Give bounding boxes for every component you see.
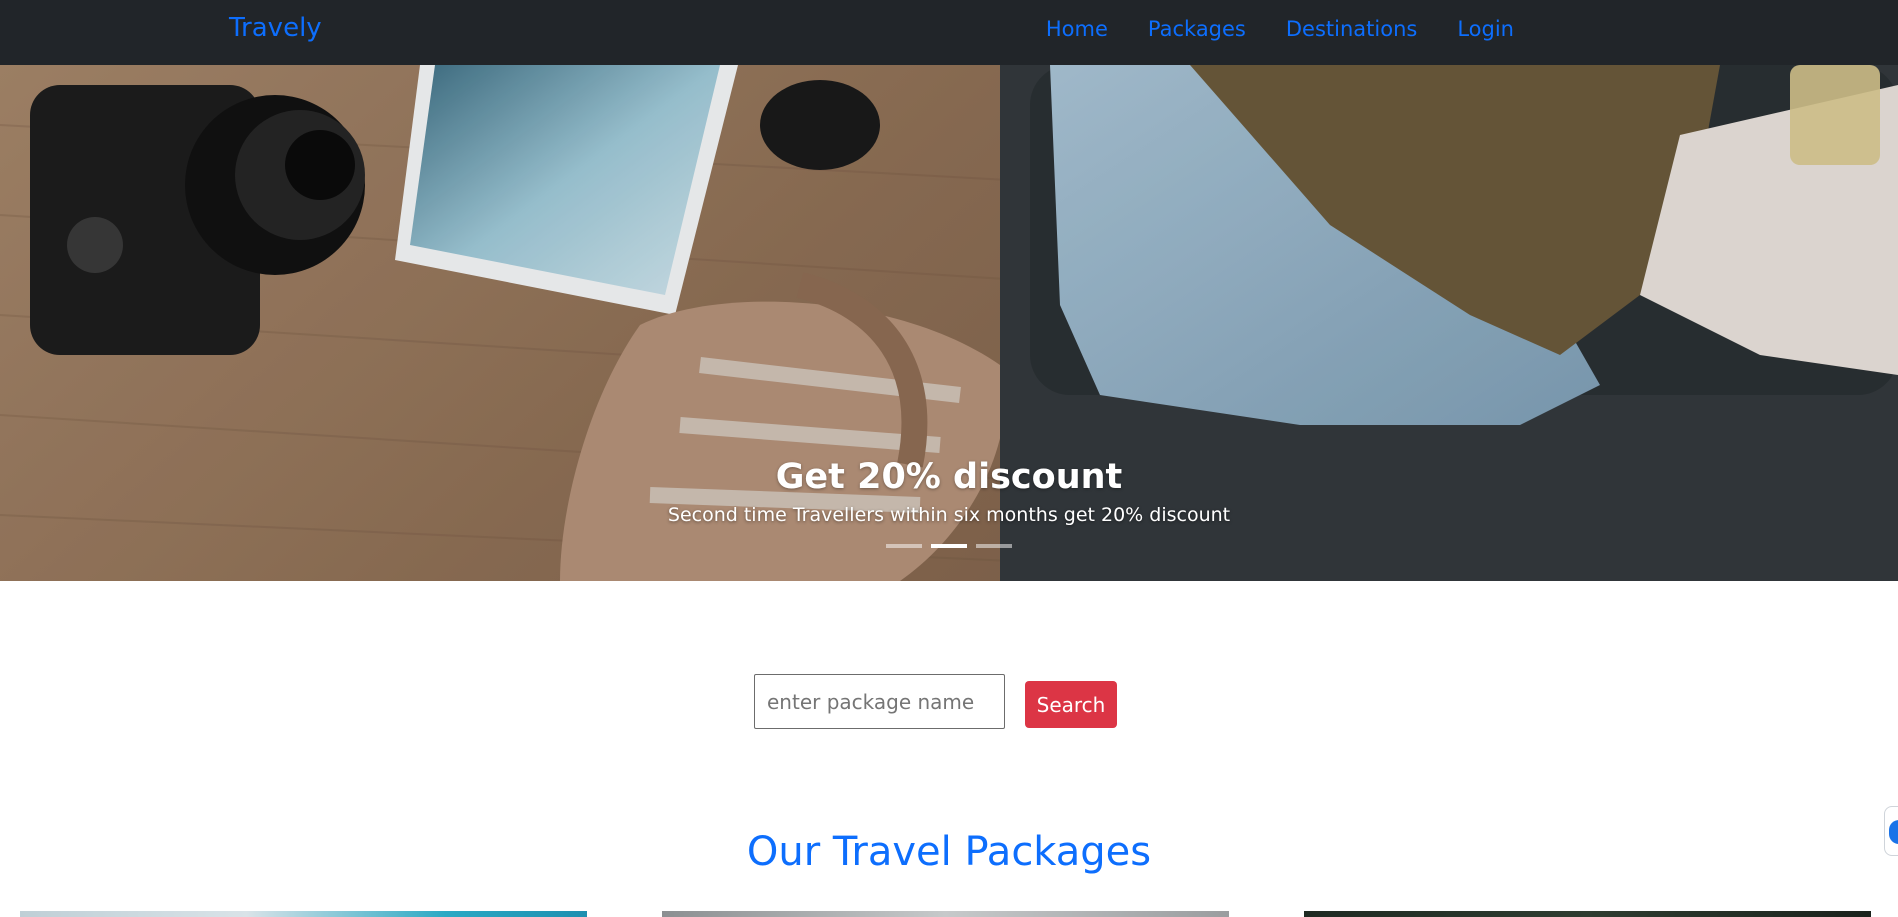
- carousel-indicator-1[interactable]: [886, 544, 922, 548]
- package-card-image[interactable]: [662, 911, 1229, 917]
- nav-link-destinations[interactable]: Destinations: [1286, 17, 1417, 41]
- carousel-indicator-2[interactable]: [931, 544, 967, 548]
- brand-logo-link[interactable]: Travely: [229, 13, 322, 43]
- nav-link-packages[interactable]: Packages: [1148, 17, 1246, 41]
- search-button[interactable]: Search: [1025, 681, 1117, 728]
- nav-links: Home Packages Destinations Login: [1046, 17, 1514, 41]
- carousel-caption-text: Second time Travellers within six months…: [667, 504, 1231, 526]
- carousel-indicator-3[interactable]: [976, 544, 1012, 548]
- section-title: Our Travel Packages: [746, 829, 1152, 875]
- navbar: Travely Home Packages Destinations Login: [0, 0, 1898, 65]
- nav-link-home[interactable]: Home: [1046, 17, 1108, 41]
- hero-carousel[interactable]: Get 20% discount Second time Travellers …: [0, 65, 1898, 581]
- chat-widget-icon-glyph: [1889, 820, 1898, 844]
- carousel-caption-title: Get 20% discount: [775, 457, 1123, 498]
- chat-widget-icon[interactable]: [1884, 806, 1898, 856]
- carousel-indicators: [0, 544, 1898, 548]
- package-card-image[interactable]: [1304, 911, 1871, 917]
- package-card-image[interactable]: [20, 911, 587, 917]
- nav-link-login[interactable]: Login: [1457, 17, 1514, 41]
- package-search-input[interactable]: [754, 674, 1005, 729]
